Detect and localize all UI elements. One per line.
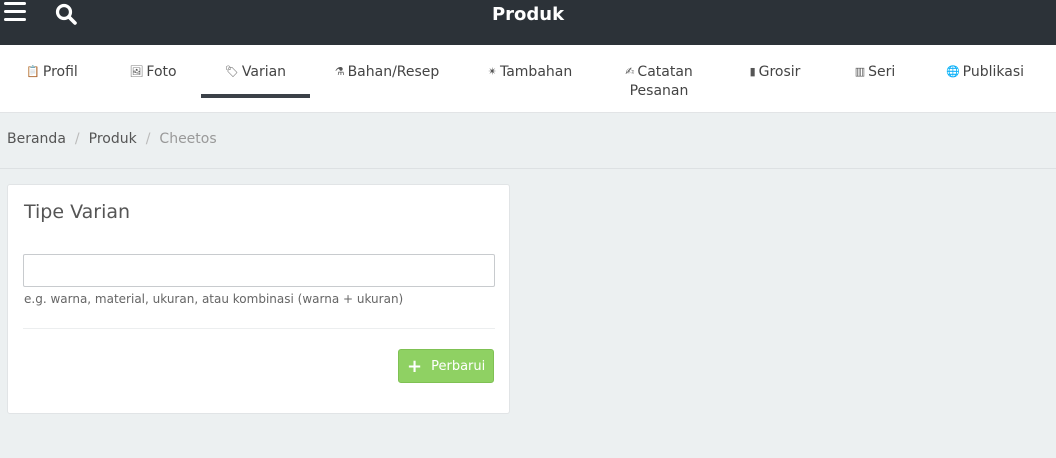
update-button-label: Perbarui <box>431 358 486 374</box>
tab-label: Bahan/Resep <box>347 64 440 80</box>
globe-icon: 🌐 <box>945 65 960 78</box>
image-icon: 🖼 <box>129 65 144 78</box>
tab-label: Publikasi <box>962 64 1025 80</box>
breadcrumb-link-beranda[interactable]: Beranda <box>7 131 66 147</box>
barcode-icon: ▥ <box>854 65 866 78</box>
note-icon: ✍ <box>625 65 635 78</box>
tab-catatan-pesanan[interactable]: ✍ Catatan Pesanan <box>604 45 714 113</box>
breadcrumb-separator: / <box>145 131 151 147</box>
clipboard-icon: 📋 <box>26 65 40 78</box>
tab-label: Catatan <box>637 64 693 80</box>
tag-icon: 🏷 <box>224 65 239 78</box>
tab-tambahan[interactable]: ✴ Tambahan <box>474 45 586 113</box>
card-title: Tipe Varian <box>24 201 131 223</box>
tab-label-line2: Pesanan <box>629 83 689 99</box>
variant-type-card: Tipe Varian e.g. warna, material, ukuran… <box>7 184 510 414</box>
tab-label: Profil <box>42 64 78 80</box>
tab-label: Foto <box>146 64 177 80</box>
tab-varian[interactable]: 🏷 Varian <box>201 45 310 113</box>
tab-profil[interactable]: 📋 Profil <box>15 45 89 113</box>
divider <box>23 328 495 329</box>
tab-seri[interactable]: ▥ Seri <box>836 45 914 113</box>
sparkle-icon: ✴ <box>487 65 497 78</box>
top-navbar: Produk <box>0 0 1056 45</box>
tab-label: Tambahan <box>499 64 573 80</box>
breadcrumb-current: Cheetos <box>159 131 217 147</box>
flask-icon: ⚗ <box>334 65 345 78</box>
breadcrumb-link-produk[interactable]: Produk <box>89 131 137 147</box>
bookmark-icon: ▮ <box>749 65 756 78</box>
update-button[interactable]: + Perbarui <box>398 349 494 383</box>
tab-grosir[interactable]: ▮ Grosir <box>736 45 814 113</box>
plus-icon: + <box>407 355 423 377</box>
tab-publikasi[interactable]: 🌐 Publikasi <box>936 45 1034 113</box>
help-text: e.g. warna, material, ukuran, atau kombi… <box>24 292 404 306</box>
breadcrumb: Beranda / Produk / Cheetos <box>0 114 1056 169</box>
product-tabs: 📋 Profil 🖼 Foto 🏷 Varian ⚗ Bahan/Resep ✴ Tamb… <box>0 45 1056 113</box>
page-title: Produk <box>491 4 565 25</box>
breadcrumb-separator: / <box>74 131 80 147</box>
tab-bahan-resep[interactable]: ⚗ Bahan/Resep <box>322 45 452 113</box>
tab-label: Seri <box>868 64 896 80</box>
tab-label: Varian <box>241 64 287 80</box>
tab-label: Grosir <box>758 64 801 80</box>
tab-foto[interactable]: 🖼 Foto <box>117 45 189 113</box>
variant-type-input[interactable] <box>23 254 495 287</box>
